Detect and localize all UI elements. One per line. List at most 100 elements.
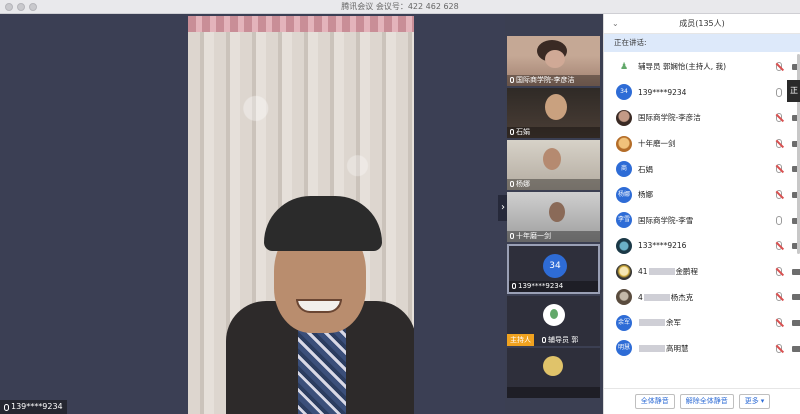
mic-icon — [4, 403, 9, 411]
mic-muted-icon[interactable] — [776, 317, 782, 327]
thumbnail-video[interactable]: 石娟 — [507, 88, 600, 138]
thumbnail-video[interactable]: 十年磨一剑 — [507, 192, 600, 242]
member-name-suffix: 金鹏程 — [675, 267, 699, 277]
member-name-suffix: 余军 — [666, 318, 681, 328]
mic-muted-icon[interactable] — [776, 113, 782, 123]
camera-icon[interactable] — [792, 268, 800, 275]
member-name-prefix: 41 — [638, 267, 648, 277]
mic-muted-icon[interactable] — [776, 189, 782, 199]
member-name-suffix: 高明慧 — [666, 343, 689, 353]
thumbnail-label: 国际商学院-李彦洁 — [507, 75, 600, 86]
member-name: 国际商学院-李彦洁 — [638, 113, 701, 123]
curtain-top-decor — [188, 16, 414, 32]
member-name: 十年磨一剑 — [638, 139, 676, 149]
thumbnail-label: 杨娜 — [507, 179, 600, 190]
mic-muted-icon[interactable] — [776, 292, 782, 302]
member-row[interactable]: 133****9216 — [604, 233, 800, 259]
chevron-down-icon[interactable]: ⌄ — [612, 14, 619, 34]
member-row[interactable]: 明慧 高明慧 — [604, 336, 800, 362]
member-name: 国际商学院-李雪 — [638, 215, 694, 225]
speaker-figure — [226, 181, 414, 414]
mic-icon[interactable] — [776, 87, 782, 97]
participant-face — [549, 202, 565, 222]
member-avatar: 34 — [616, 84, 632, 101]
main-video-stage: 139****9234 — [0, 14, 505, 414]
member-row[interactable]: 李雪 国际商学院-李雪 — [604, 208, 800, 234]
member-avatar — [616, 135, 632, 152]
mic-icon[interactable] — [776, 215, 782, 225]
camera-icon[interactable] — [792, 294, 800, 301]
camera-icon[interactable] — [792, 345, 800, 352]
member-name: 辅导员 郭娴怡(主持人, 我) — [638, 62, 727, 72]
member-avatar — [616, 237, 632, 254]
window-title: 腾讯会议 会议号：422 462 628 — [341, 2, 459, 11]
mic-muted-icon[interactable] — [776, 62, 782, 71]
members-count-title: 成员(135人) — [679, 19, 725, 28]
thumbnail-video[interactable]: 杨娜 — [507, 140, 600, 190]
member-row[interactable]: 十年磨一剑 — [604, 131, 800, 157]
member-avatar: 李雪 — [616, 212, 632, 229]
thumbnail-label: 石娟 — [507, 127, 600, 138]
member-name: 石娟 — [638, 164, 653, 174]
thumbnail-name: 139****9234 — [518, 282, 564, 290]
person-icon — [550, 309, 558, 319]
member-row[interactable]: 41 金鹏程 — [604, 259, 800, 285]
member-name: 133****9216 — [638, 241, 687, 251]
member-name: 4 杨杰克 — [638, 292, 693, 303]
member-avatar: 杨娜 — [616, 186, 632, 203]
participant-avatar: 34 — [543, 254, 567, 278]
member-row[interactable]: 商石娟 — [604, 156, 800, 182]
redacted-text — [639, 319, 665, 327]
speaking-indicator: 正在讲话: — [604, 34, 800, 52]
mic-icon — [542, 337, 546, 343]
member-row[interactable]: 4 杨杰克 — [604, 284, 800, 310]
members-footer: 全体静音 解除全体静音 更多 ▾ — [604, 388, 800, 414]
participant-face — [545, 50, 565, 68]
participant-face — [543, 148, 561, 170]
meeting-window: 腾讯会议 会议号：422 462 628 139****9234 › 国际商学院… — [0, 0, 800, 414]
member-name: 余军 — [638, 317, 681, 328]
mic-icon — [512, 283, 516, 289]
mic-muted-icon[interactable] — [776, 343, 782, 353]
mic-muted-icon[interactable] — [776, 266, 782, 276]
camera-icon[interactable] — [792, 319, 800, 326]
mic-muted-icon[interactable] — [776, 138, 782, 148]
members-panel-header: ⌄ 成员(135人) — [604, 14, 800, 34]
speaker-smile — [296, 299, 342, 313]
main-video-feed[interactable] — [188, 16, 414, 414]
member-name-suffix: 杨杰克 — [670, 292, 694, 302]
member-row[interactable]: 34 139****9234 — [604, 80, 800, 106]
mic-icon — [510, 233, 514, 239]
unmute-all-button[interactable]: 解除全体静音 — [679, 394, 734, 409]
speaker-cap — [264, 196, 382, 251]
participant-avatar — [543, 356, 563, 376]
title-bar: 腾讯会议 会议号：422 462 628 — [0, 0, 800, 14]
thumbnail-name: 石娟 — [516, 128, 530, 136]
thumbnail-name: 十年磨一剑 — [516, 232, 551, 240]
mic-icon — [510, 77, 514, 83]
member-avatar: 余军 — [616, 314, 632, 331]
thumbnail-video[interactable]: 国际商学院-李彦洁 — [507, 36, 600, 86]
member-name-prefix: 4 — [638, 292, 643, 302]
member-row[interactable]: 国际商学院-李彦洁 — [604, 105, 800, 131]
mic-muted-icon[interactable] — [776, 164, 782, 174]
thumbnail-video[interactable] — [507, 348, 600, 398]
mute-all-button[interactable]: 全体静音 — [634, 394, 675, 409]
thumbnail-label — [507, 387, 600, 398]
main-video-name-tag: 139****9234 — [0, 400, 67, 414]
member-row[interactable]: ♟ 辅导员 郭娴怡(主持人, 我) — [604, 54, 800, 80]
member-name: 高明慧 — [638, 343, 689, 354]
member-name: 41 金鹏程 — [638, 266, 698, 277]
member-avatar: ♟ — [619, 61, 629, 72]
thumbnail-strip: 国际商学院-李彦洁 石娟 杨娜 十年磨一剑 34 139****9234 主持人… — [507, 36, 602, 414]
mic-muted-icon[interactable] — [776, 241, 782, 251]
thumbnail-name: 杨娜 — [516, 180, 530, 188]
member-row[interactable]: 余军 余军 — [604, 310, 800, 336]
member-avatar — [616, 109, 632, 126]
more-button[interactable]: 更多 ▾ — [738, 394, 771, 409]
thumbnail-video-active[interactable]: 34 139****9234 — [507, 244, 600, 294]
thumbnail-video[interactable]: 主持人 辅导员 郭 — [507, 296, 600, 346]
member-avatar: 明慧 — [616, 340, 632, 357]
member-row[interactable]: 杨娜 杨娜 — [604, 182, 800, 208]
participant-face — [545, 94, 567, 120]
